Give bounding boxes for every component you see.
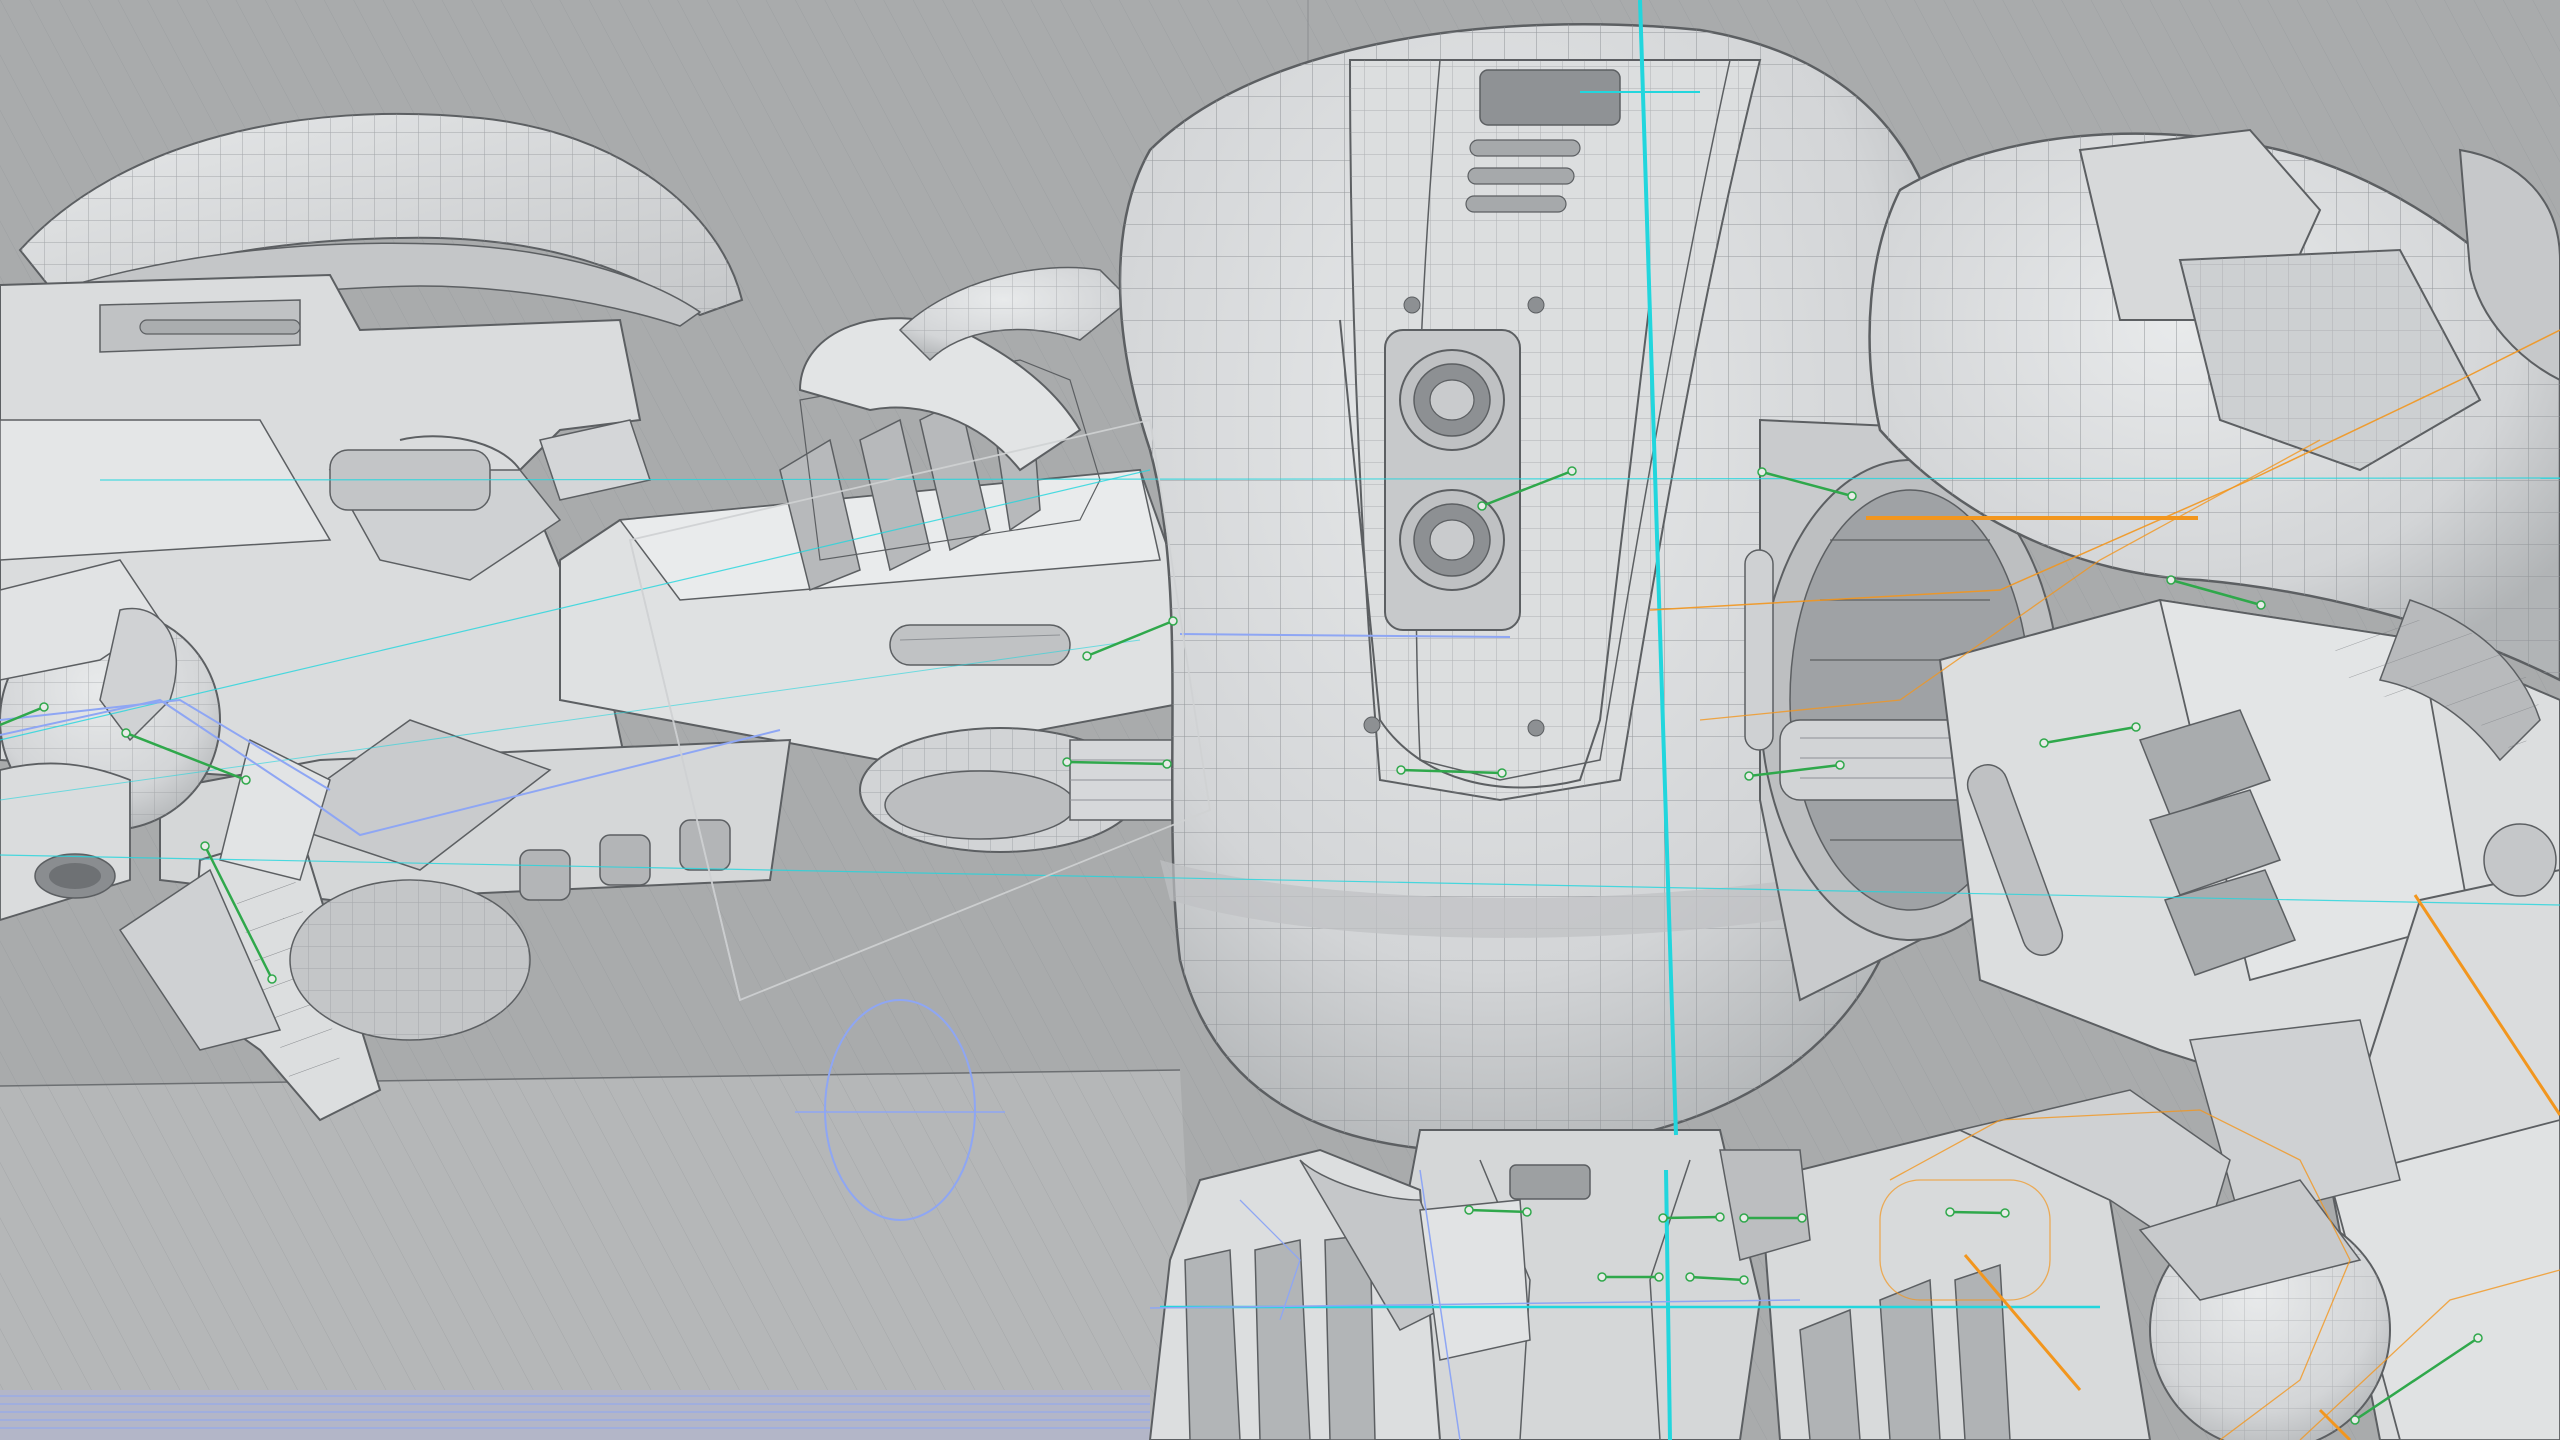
viewport-canvas[interactable]: [0, 0, 2560, 1440]
torso-vent-bottom: [1399, 489, 1505, 591]
3d-viewport[interactable]: [0, 0, 2560, 1440]
torso-vent-top: [1399, 349, 1505, 451]
